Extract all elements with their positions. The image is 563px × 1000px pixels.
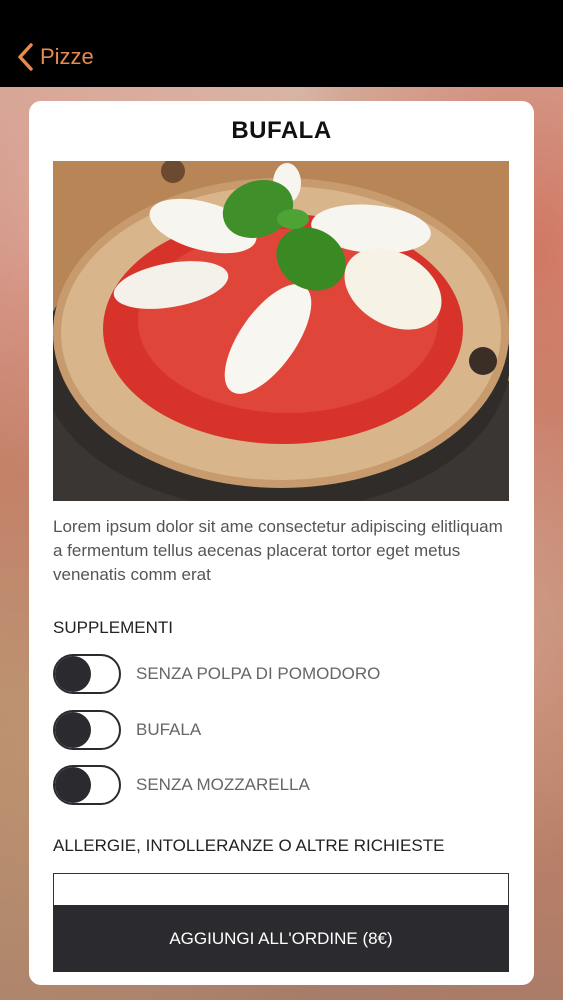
back-label: Pizze bbox=[40, 44, 94, 69]
product-title: BUFALA bbox=[231, 117, 332, 144]
toggle-knob bbox=[55, 656, 91, 692]
notes-heading: ALLERGIE, INTOLLERANZE O ALTRE RICHIESTE bbox=[53, 836, 445, 855]
supplement-label: SENZA POLPA DI POMODORO bbox=[136, 664, 381, 683]
navigation-bar: Pizze bbox=[0, 0, 563, 87]
supplement-option-senza-polpa[interactable]: SENZA POLPA DI POMODORO bbox=[53, 654, 493, 694]
toggle-knob bbox=[55, 712, 91, 748]
toggle-knob bbox=[55, 767, 91, 803]
chevron-left-icon bbox=[16, 42, 34, 72]
toggle-switch[interactable] bbox=[53, 710, 121, 750]
supplements-heading: SUPPLEMENTI bbox=[53, 618, 173, 637]
supplement-option-bufala[interactable]: BUFALA bbox=[53, 710, 493, 750]
back-button[interactable]: Pizze bbox=[16, 40, 94, 74]
product-card: BUFALA Lorem ipsum dolor sit ame consect… bbox=[29, 101, 534, 985]
supplement-label: BUFALA bbox=[136, 720, 202, 739]
supplement-option-senza-mozzarella[interactable]: SENZA MOZZARELLA bbox=[53, 765, 493, 805]
toggle-switch[interactable] bbox=[53, 654, 121, 694]
supplement-label: SENZA MOZZARELLA bbox=[136, 775, 310, 794]
add-to-order-button[interactable]: AGGIUNGI ALL'ORDINE (8€) bbox=[53, 905, 509, 972]
toggle-switch[interactable] bbox=[53, 765, 121, 805]
product-description: Lorem ipsum dolor sit ame consectetur ad… bbox=[53, 517, 503, 584]
product-photo bbox=[53, 161, 509, 501]
